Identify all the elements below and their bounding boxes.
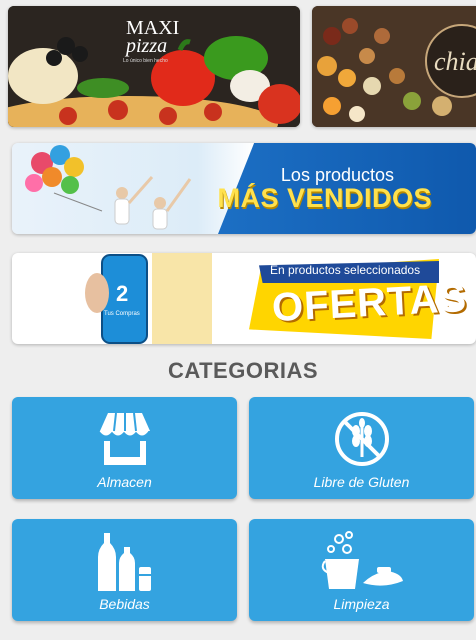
nuts-illustration: chia [312,6,476,127]
offers-banner[interactable]: 2 Tus Compras En productos seleccionados… [12,253,476,344]
category-libre-de-gluten[interactable]: Libre de Gluten [249,397,474,499]
category-limpieza[interactable]: Limpieza [249,519,474,621]
best-sellers-line2: MÁS VENDIDOS [217,183,432,213]
phone-text: Tus Compras [104,311,140,317]
offers-line1: En productos seleccionados [270,263,421,277]
category-label: Bebidas [99,596,150,612]
svg-text:2: 2 [116,281,128,306]
category-almacen[interactable]: Almacen [12,397,237,499]
phone-hand-illustration: 2 Tus Compras [85,253,212,344]
category-bebidas[interactable]: Bebidas [12,519,237,621]
store-icon [99,412,150,465]
category-label: Almacen [97,474,152,490]
balloons-illustration [25,145,192,230]
category-label: Limpieza [333,596,390,612]
chia-brand: chia [434,47,476,76]
cleaning-icon [321,531,403,589]
best-sellers-banner[interactable]: Los productos MÁS VENDIDOS [12,143,476,234]
chia-nuts-banner[interactable]: chia [312,6,476,127]
bottles-icon [97,533,151,591]
maxi-pizza-banner[interactable]: MAXI pizza Lo único bien hecho [8,6,300,127]
pizza-tagline: Lo único bien hecho [123,58,168,64]
category-label: Libre de Gluten [313,474,410,490]
pizza-illustration: MAXI pizza Lo único bien hecho [8,6,300,127]
categories-title: CATEGORIAS [167,358,319,383]
offers-line2: OFERTAS [270,275,469,331]
pizza-brand-bottom: pizza [124,35,167,57]
gluten-free-icon [334,412,389,466]
